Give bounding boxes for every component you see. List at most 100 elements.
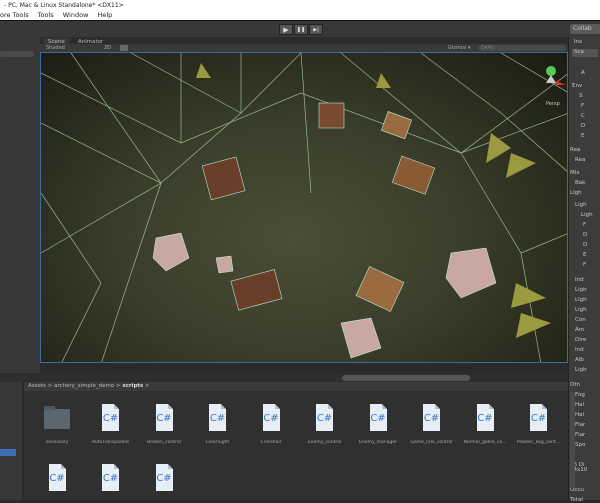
script-item[interactable]: C# Crosshair <box>248 404 294 445</box>
item-label: necessary <box>45 440 69 445</box>
orientation-gizmo <box>546 66 566 85</box>
crumb-scripts[interactable]: scripts <box>122 383 143 389</box>
inspector-label: Dire <box>575 337 587 343</box>
menu-help[interactable]: Help <box>97 11 112 19</box>
inspector-label: Rea <box>570 147 581 153</box>
project-scrollbar[interactable] <box>570 392 575 488</box>
shading-dropdown[interactable]: Shaded <box>46 45 65 51</box>
crumb-archery[interactable]: archery_simple_demo <box>54 383 114 389</box>
csharp-script-icon: C# <box>316 404 333 431</box>
inspector-label: C <box>581 113 585 119</box>
item-label: AutoTransparent <box>91 440 130 445</box>
item-label: Enemy_manager <box>359 440 397 445</box>
scene-wireframes: Persp <box>41 53 567 362</box>
script-item[interactable]: C# Normal_game_co... <box>462 404 508 445</box>
script-item[interactable]: C# Game_role_control <box>409 404 455 445</box>
inspector-label: Ind <box>575 277 584 283</box>
script-item[interactable]: C# Enemy_manager <box>355 404 401 445</box>
item-label: Enemy_control <box>307 440 342 445</box>
inspector-tab[interactable]: Sca <box>572 49 598 57</box>
project-toolbar <box>0 373 568 382</box>
inspector-label: Ligh <box>575 367 587 373</box>
inspector-label: D <box>583 232 588 238</box>
inspector-label: D <box>583 242 588 248</box>
menu-tools[interactable]: Tools <box>38 11 54 19</box>
script-item[interactable]: C# <box>141 464 187 500</box>
inspector-label: Ligh <box>575 287 587 293</box>
collab-button[interactable]: Collab <box>570 24 600 34</box>
inspector-label: Oth <box>570 382 580 388</box>
inspector-label: Flar <box>575 432 586 438</box>
inspector-label: Ind <box>575 347 584 353</box>
gizmos-dropdown[interactable]: Gizmos ▾ <box>448 45 471 51</box>
script-item[interactable]: C# AutoTransparent <box>88 404 134 445</box>
inspector-label: Con <box>575 317 586 323</box>
folder-icon <box>44 406 70 429</box>
menu-bar: ore Tools Tools Window Help <box>0 10 600 20</box>
pause-button[interactable]: ❚❚ <box>294 24 308 35</box>
inspector-label: Hal <box>575 412 585 418</box>
project-folder-tree[interactable] <box>0 382 22 500</box>
item-label: Broken_control <box>147 440 181 445</box>
crumb-assets[interactable]: Assets <box>28 383 46 389</box>
csharp-script-icon: C# <box>476 404 494 431</box>
folder-item[interactable]: necessary <box>34 404 80 445</box>
scene-view[interactable]: Persp <box>40 52 568 363</box>
inspector-label: Ligh <box>575 297 587 303</box>
play-button[interactable]: ▶ <box>279 24 293 35</box>
item-label: Game_role_control <box>410 440 453 445</box>
inspector-label: Ligh <box>581 212 593 218</box>
scene-toolbar: Shaded 2D Gizmos ▾ Q▾All <box>40 44 568 52</box>
script-item[interactable]: C# Broken_control <box>141 404 187 445</box>
inspector-label: Alb <box>575 357 584 363</box>
script-item[interactable]: C# Powder_keg_cont... <box>516 404 562 445</box>
inspector-label: Am <box>575 327 585 333</box>
inspector-label: Ligh <box>575 202 587 208</box>
selected-folder[interactable] <box>0 449 16 456</box>
item-label: ClearSight <box>205 440 230 445</box>
step-button[interactable]: ▶| <box>309 24 323 35</box>
csharp-script-icon: C# <box>102 464 119 491</box>
scene-search[interactable]: Q▾All <box>478 45 566 51</box>
item-label: Normal_game_co... <box>463 440 507 445</box>
inspector-label: Bak <box>575 180 586 186</box>
menu-window[interactable]: Window <box>63 11 89 19</box>
menu-store-tools[interactable]: ore Tools <box>0 11 29 19</box>
inspector-label: Ligh <box>575 307 587 313</box>
hierarchy-panel[interactable] <box>0 37 40 373</box>
csharp-script-icon: C# <box>155 404 173 431</box>
inspector-label: F <box>581 103 585 109</box>
inspector-label: Spo <box>575 442 586 448</box>
item-label: Powder_keg_cont... <box>516 440 561 445</box>
window-title: - PC, Mac & Linux Standalone* <DX11> <box>0 0 600 10</box>
inspector-label: Rea <box>575 157 586 163</box>
inspector-label: S <box>579 93 583 99</box>
breadcrumb: Assets > archery_simple_demo > scripts > <box>24 382 568 391</box>
inspector-label: F <box>583 262 587 268</box>
inspector-title: Ins <box>574 39 582 45</box>
project-files: necessary C# AutoTransparent C# Broken_contr… <box>24 391 568 500</box>
toolbar: ▶ ❚❚ ▶| Collab <box>0 20 600 37</box>
csharp-script-icon: C# <box>155 464 173 491</box>
inspector-label: Hal <box>575 402 585 408</box>
inspector-label: E <box>581 133 585 139</box>
script-item[interactable]: C# <box>88 464 134 500</box>
inspector-label: F <box>583 222 587 228</box>
inspector-label: Env <box>572 83 583 89</box>
inspector-label: Ligh <box>570 190 582 196</box>
lighting-toggle[interactable] <box>120 45 128 51</box>
2d-toggle[interactable]: 2D <box>104 45 111 51</box>
script-item[interactable]: C# ClearSight <box>195 404 241 445</box>
inspector-label: Flar <box>575 422 586 428</box>
csharp-script-icon: C# <box>262 404 280 431</box>
inspector-label: Mix <box>570 170 580 176</box>
inspector-label: Total <box>570 497 583 503</box>
csharp-script-icon: C# <box>102 404 119 431</box>
csharp-script-icon: C# <box>48 464 66 491</box>
script-item[interactable]: C# <box>34 464 80 500</box>
project-search[interactable] <box>342 375 470 381</box>
hierarchy-search[interactable] <box>0 51 34 57</box>
script-item[interactable]: C# Enemy_control <box>302 404 348 445</box>
inspector-label: A <box>581 70 585 76</box>
inspector-label: Fog <box>575 392 585 398</box>
